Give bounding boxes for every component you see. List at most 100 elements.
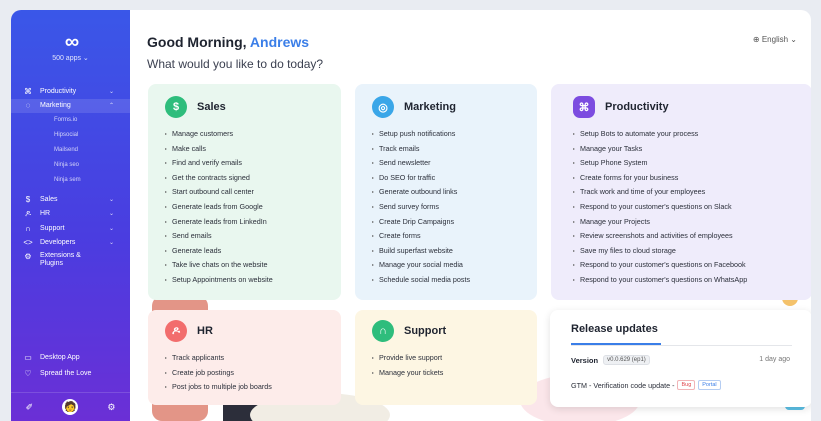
productivity-list: Setup Bots to automate your process Mana… <box>573 127 811 288</box>
apps-switcher[interactable]: 500 apps ⌄ <box>11 54 130 62</box>
sidebar-item-desktop-app[interactable]: ▭ Desktop App <box>11 349 130 365</box>
support-card[interactable]: ∩ Support Provide live support Manage yo… <box>355 310 537 405</box>
sidebar-item-hr[interactable]: ዶ HR ⌄ <box>11 207 130 222</box>
sidebar-item-developers[interactable]: <> Developers ⌄ <box>11 236 130 251</box>
greeting-text: Good Morning, <box>147 34 247 50</box>
list-item[interactable]: Manage your tickets <box>372 366 537 381</box>
sidebar-subitem-mailsend[interactable]: Mailsend <box>11 143 130 158</box>
list-item[interactable]: Manage your Tasks <box>573 142 811 157</box>
sidebar-item-label: Sales <box>40 195 58 203</box>
list-item[interactable]: Setup push notifications <box>372 127 537 142</box>
list-item[interactable]: Send emails <box>165 229 341 244</box>
sidebar: ∞ 500 apps ⌄ ⌘ Productivity ⌄ ◌ Marketin… <box>11 10 130 421</box>
sidebar-item-extensions[interactable]: ⚙ Extensions & Plugins <box>11 250 130 274</box>
chevron-down-icon: ⌄ <box>108 225 114 232</box>
list-item[interactable]: Build superfast website <box>372 244 537 259</box>
command-icon: ⌘ <box>573 96 595 118</box>
list-item[interactable]: Make calls <box>165 142 341 157</box>
list-item[interactable]: Create job postings <box>165 366 341 381</box>
sidebar-subitem-ninja-sem[interactable]: Ninja sem <box>11 173 130 188</box>
logo[interactable]: ∞ 500 apps ⌄ <box>11 32 130 62</box>
release-item[interactable]: GTM - Verification code update - Bug Por… <box>571 380 721 390</box>
version-row: Version v0.0.629 (ep1) <box>571 355 650 365</box>
gear-icon: ⚙ <box>24 252 32 261</box>
hr-card[interactable]: ዶ HR Track applicants Create job posting… <box>148 310 341 405</box>
hr-list: Track applicants Create job postings Pos… <box>165 351 341 395</box>
list-item[interactable]: Create Drip Campaigns <box>372 215 537 230</box>
list-item[interactable]: Review screenshots and activities of emp… <box>573 229 811 244</box>
list-item[interactable]: Generate leads <box>165 244 341 259</box>
list-item[interactable]: Create forms <box>372 229 537 244</box>
list-item[interactable]: Setup Appointments on website <box>165 273 341 288</box>
sidebar-item-label: Extensions & Plugins <box>40 252 81 267</box>
list-item[interactable]: Track applicants <box>165 351 341 366</box>
sidebar-item-productivity[interactable]: ⌘ Productivity ⌄ <box>11 84 130 99</box>
support-list: Provide live support Manage your tickets <box>372 351 537 380</box>
list-item[interactable]: Generate leads from Google <box>165 200 341 215</box>
sidebar-item-label: HR <box>40 210 51 218</box>
list-item[interactable]: Find and verify emails <box>165 156 341 171</box>
list-item[interactable]: Respond to your customer's questions on … <box>573 258 811 273</box>
list-item[interactable]: Respond to your customer's questions on … <box>573 273 811 288</box>
chevron-down-icon: ⌄ <box>108 196 114 203</box>
avatar[interactable]: 🧑 <box>62 399 79 415</box>
sidebar-item-sales[interactable]: $ Sales ⌄ <box>11 192 130 207</box>
bug-tag: Bug <box>677 380 696 390</box>
monitor-icon: ▭ <box>24 352 32 362</box>
list-item[interactable]: Manage customers <box>165 127 341 142</box>
list-item[interactable]: Track emails <box>372 142 537 157</box>
chevron-down-icon: ⌄ <box>108 88 114 95</box>
list-item[interactable]: Start outbound call center <box>165 185 341 200</box>
card-title: Productivity <box>605 101 669 113</box>
list-item[interactable]: Generate outbound links <box>372 185 537 200</box>
list-item[interactable]: Create forms for your business <box>573 171 811 186</box>
language-selector[interactable]: ⊕ English ⌄ <box>753 35 797 44</box>
card-title: Support <box>404 325 447 337</box>
version-badge: v0.0.629 (ep1) <box>603 355 650 365</box>
sidebar-subitem-formsio[interactable]: Forms.io <box>11 113 130 128</box>
settings-icon[interactable]: ⚙ <box>107 402 115 413</box>
list-item[interactable]: Setup Phone System <box>573 156 811 171</box>
chevron-up-icon: ⌃ <box>108 103 114 110</box>
sales-card[interactable]: $ Sales Manage customers Make calls Find… <box>148 84 341 300</box>
list-item[interactable]: Post jobs to multiple job boards <box>165 380 341 395</box>
headset-icon: ∩ <box>372 320 394 342</box>
sidebar-subitem-hipsocial[interactable]: Hipsocial <box>11 128 130 143</box>
sales-list: Manage customers Make calls Find and ver… <box>165 127 341 288</box>
list-item[interactable]: Do SEO for traffic <box>372 171 537 186</box>
list-item[interactable]: Save my files to cloud storage <box>573 244 811 259</box>
rocket-icon[interactable]: ✐ <box>26 402 34 413</box>
list-item[interactable]: Take live chats on the website <box>165 258 341 273</box>
marketing-list: Setup push notifications Track emails Se… <box>372 127 537 288</box>
user-name: Andrews <box>249 34 310 50</box>
list-item[interactable]: Get the contracts signed <box>165 171 341 186</box>
target-icon: ◌ <box>25 101 31 111</box>
title-underline <box>571 343 661 345</box>
sidebar-item-label: Developers <box>40 239 76 247</box>
logo-icon: ∞ <box>64 31 79 53</box>
command-icon: ⌘ <box>24 86 32 96</box>
app-window: ∞ 500 apps ⌄ ⌘ Productivity ⌄ ◌ Marketin… <box>11 10 811 421</box>
version-label: Version <box>571 355 599 365</box>
list-item[interactable]: Manage your Projects <box>573 215 811 230</box>
sidebar-item-label: Spread the Love <box>40 369 92 377</box>
list-item[interactable]: Setup Bots to automate your process <box>573 127 811 142</box>
list-item[interactable]: Provide live support <box>372 351 537 366</box>
sidebar-item-support[interactable]: ∩ Support ⌄ <box>11 221 130 236</box>
list-item[interactable]: Send survey forms <box>372 200 537 215</box>
dollar-icon: $ <box>25 194 31 204</box>
list-item[interactable]: Track work and time of your employees <box>573 185 811 200</box>
sidebar-item-label: Support <box>40 224 65 232</box>
list-item[interactable]: Generate leads from LinkedIn <box>165 215 341 230</box>
sidebar-subitem-ninja-seo[interactable]: Ninja seo <box>11 158 130 173</box>
sidebar-item-spread-love[interactable]: ♡ Spread the Love <box>11 365 130 381</box>
card-title: HR <box>197 325 213 337</box>
list-item[interactable]: Manage your social media <box>372 258 537 273</box>
list-item[interactable]: Respond to your customer's questions on … <box>573 200 811 215</box>
sidebar-item-marketing[interactable]: ◌ Marketing ⌃ <box>11 98 130 113</box>
list-item[interactable]: Send newsletter <box>372 156 537 171</box>
sidebar-nav: ⌘ Productivity ⌄ ◌ Marketing ⌃ Forms.io … <box>11 84 130 274</box>
marketing-card[interactable]: ◎ Marketing Setup push notifications Tra… <box>355 84 537 300</box>
productivity-card[interactable]: ⌘ Productivity Setup Bots to automate yo… <box>551 84 811 300</box>
list-item[interactable]: Schedule social media posts <box>372 273 537 288</box>
